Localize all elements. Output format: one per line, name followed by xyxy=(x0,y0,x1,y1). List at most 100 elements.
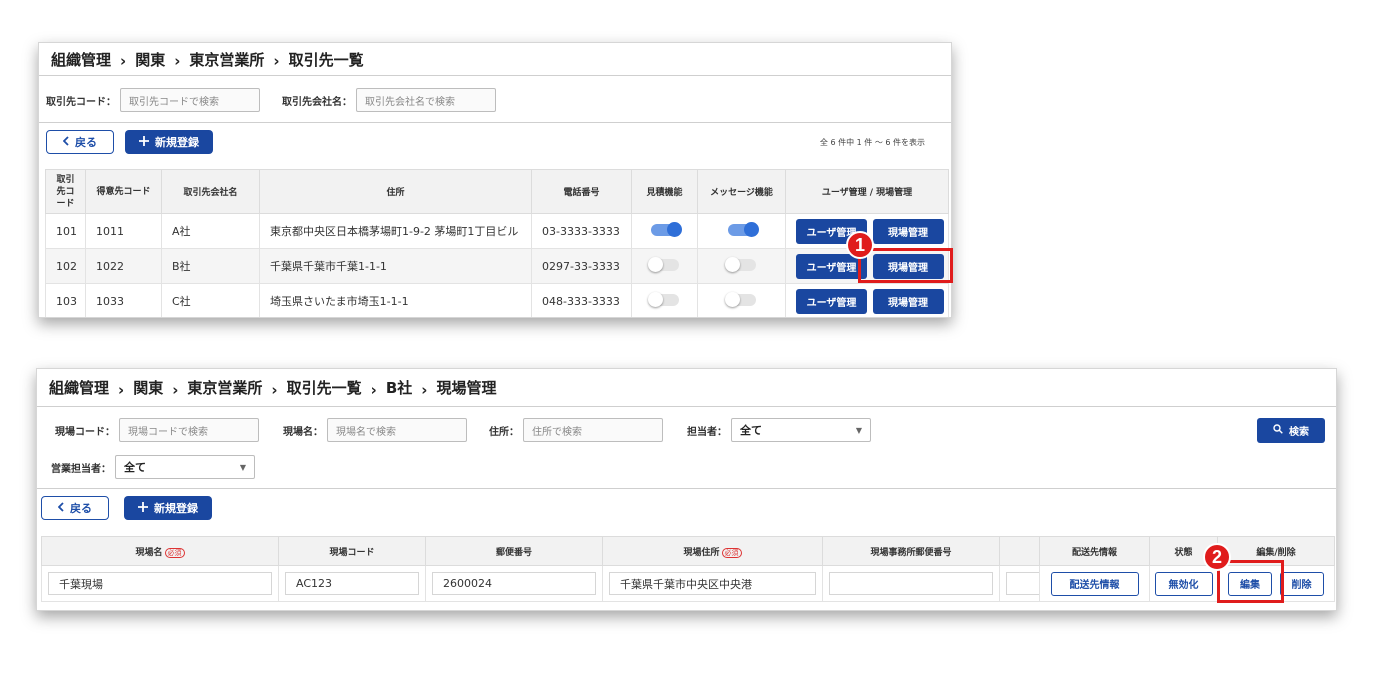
address-label: 住所： xyxy=(489,426,519,438)
breadcrumb-item[interactable]: 関東 xyxy=(133,377,163,398)
column-header: 住所 xyxy=(259,169,532,214)
column-header: メッセージ機能 xyxy=(697,169,786,214)
partner-name-label: 取引先会社名： xyxy=(282,96,352,108)
breadcrumb-item[interactable]: 組織管理 xyxy=(49,377,109,398)
breadcrumb-item[interactable]: 東京営業所 xyxy=(189,49,264,70)
breadcrumb-item[interactable]: 取引先一覧 xyxy=(287,377,362,398)
company-name-cell: C社 xyxy=(161,283,260,317)
breadcrumb-separator: › xyxy=(421,380,428,399)
estimate-toggle[interactable] xyxy=(647,291,679,307)
partner-code-cell: 103 xyxy=(45,283,86,317)
breadcrumb-separator: › xyxy=(271,380,278,399)
new-register-button[interactable]: 新規登録 xyxy=(124,496,212,520)
breadcrumb: 組織管理 › 関東 › 東京営業所 › 取引先一覧 › B社 › 現場管理 xyxy=(37,369,1336,407)
column-header: 電話番号 xyxy=(531,169,632,214)
new-register-label: 新規登録 xyxy=(155,136,199,149)
phone-cell: 048-333-3333 xyxy=(531,283,632,317)
address-cell: 埼玉県さいたま市埼玉1-1-1 xyxy=(259,283,532,317)
column-header xyxy=(999,536,1040,566)
column-header: 現場住所 必須 xyxy=(602,536,823,566)
postal-cell: 2600024 xyxy=(425,565,603,602)
site-code-input[interactable]: 現場コードで検索 xyxy=(119,418,259,442)
message-toggle-cell xyxy=(697,213,786,249)
column-header: 現場事務所郵便番号 xyxy=(822,536,1000,566)
manager-select-value: 全て xyxy=(740,424,762,437)
delete-button[interactable]: 削除 xyxy=(1279,571,1324,596)
customer-code-cell: 1033 xyxy=(85,283,162,317)
column-header: 現場名 必須 xyxy=(41,536,279,566)
delivery-info-button[interactable]: 配送先情報 xyxy=(1050,571,1139,596)
message-toggle[interactable] xyxy=(727,221,759,237)
table-row: 千葉現場 AC123 2600024 千葉県千葉市中央区中央港 配送先情報 無効… xyxy=(41,565,1335,602)
breadcrumb-separator: › xyxy=(174,52,181,70)
estimate-toggle[interactable] xyxy=(647,256,679,272)
user-management-button[interactable]: ユーザ管理 xyxy=(796,288,867,314)
estimate-toggle-cell xyxy=(631,248,698,284)
required-tag: 必須 xyxy=(164,547,185,558)
partner-name-input[interactable]: 取引先会社名で検索 xyxy=(356,88,496,112)
breadcrumb-separator: › xyxy=(120,52,127,70)
column-header: 見積機能 xyxy=(631,169,698,214)
breadcrumb-item: 現場管理 xyxy=(436,379,497,397)
breadcrumb-item[interactable]: B社 xyxy=(386,377,412,398)
estimate-toggle[interactable] xyxy=(650,221,682,237)
site-code-label: 現場コード： xyxy=(55,426,115,438)
back-button[interactable]: 戻る xyxy=(46,130,114,154)
message-toggle-cell xyxy=(697,248,786,284)
partner-code-input[interactable]: 取引先コードで検索 xyxy=(120,88,260,112)
message-toggle[interactable] xyxy=(724,291,756,307)
deactivate-button[interactable]: 無効化 xyxy=(1154,571,1213,596)
address-input[interactable]: 住所で検索 xyxy=(523,418,663,442)
message-toggle[interactable] xyxy=(724,256,756,272)
site-code-cell: AC123 xyxy=(278,565,426,602)
site-management-button[interactable]: 現場管理 xyxy=(872,218,944,244)
site-table: 現場名 必須 現場コード 郵便番号 現場住所 必須 現場事務所郵便番号 配送先情報 … xyxy=(41,536,1335,602)
table-row: 101 1011 A社 東京都中央区日本橋茅場町1-9-2 茅場町1丁目ビル 0… xyxy=(45,213,949,249)
site-name-label: 現場名： xyxy=(283,426,323,438)
search-button[interactable]: 検索 xyxy=(1257,418,1325,443)
highlight-box xyxy=(858,248,953,283)
sales-manager-select-value: 全て xyxy=(124,461,146,474)
site-name-input[interactable]: 現場名で検索 xyxy=(327,418,467,442)
search-button-label: 検索 xyxy=(1289,427,1309,438)
address-cell: 千葉県千葉市千葉1-1-1 xyxy=(259,248,532,284)
partner-code-cell: 102 xyxy=(45,248,86,284)
column-header: 得意先コード xyxy=(85,169,162,214)
site-address-field[interactable]: 千葉県千葉市中央区中央港 xyxy=(609,572,816,595)
postal-field[interactable]: 2600024 xyxy=(432,572,596,595)
sales-manager-select[interactable]: 全て ▼ xyxy=(115,455,255,479)
site-management-button[interactable]: 現場管理 xyxy=(872,288,944,314)
result-count: 全 6 件中 1 件 ～ 6 件を表示 xyxy=(819,138,925,147)
blank-cell xyxy=(999,565,1040,602)
office-postal-field[interactable] xyxy=(829,572,993,595)
site-code-field[interactable]: AC123 xyxy=(285,572,419,595)
partner-code-label: 取引先コード： xyxy=(46,96,116,108)
filter-bar: 現場コード： 現場コードで検索 現場名： 現場名で検索 住所： 住所で検索 担当… xyxy=(55,418,871,442)
table-row: 103 1033 C社 埼玉県さいたま市埼玉1-1-1 048-333-3333… xyxy=(45,283,949,317)
breadcrumb: 組織管理 › 関東 › 東京営業所 › 取引先一覧 xyxy=(39,43,951,76)
chevron-left-icon xyxy=(57,501,64,515)
breadcrumb-item[interactable]: 関東 xyxy=(135,49,165,70)
message-toggle-cell xyxy=(697,283,786,317)
breadcrumb-item[interactable]: 組織管理 xyxy=(51,49,111,70)
blank-field[interactable] xyxy=(1006,572,1039,595)
site-name-field[interactable]: 千葉現場 xyxy=(48,572,272,595)
breadcrumb-separator: › xyxy=(172,380,179,399)
column-header-label: 現場住所 xyxy=(683,547,720,558)
breadcrumb-item[interactable]: 東京営業所 xyxy=(187,377,262,398)
column-header-label: 現場名 xyxy=(135,547,163,558)
manager-select[interactable]: 全て ▼ xyxy=(731,418,871,442)
partner-list-panel: 組織管理 › 関東 › 東京営業所 › 取引先一覧 取引先コード： 取引先コード… xyxy=(38,42,952,318)
plus-icon xyxy=(139,135,149,149)
table-header-row: 取引先コード 得意先コード 取引先会社名 住所 電話番号 見積機能 メッセージ機… xyxy=(45,169,949,214)
column-header: 取引先コード xyxy=(45,169,86,214)
column-header: 現場コード xyxy=(278,536,426,566)
new-register-button[interactable]: 新規登録 xyxy=(125,130,213,154)
company-name-cell: A社 xyxy=(161,213,260,249)
breadcrumb-separator: › xyxy=(118,380,125,399)
partner-table: 取引先コード 得意先コード 取引先会社名 住所 電話番号 見積機能 メッセージ機… xyxy=(45,169,949,317)
customer-code-cell: 1022 xyxy=(85,248,162,284)
plus-icon xyxy=(138,501,148,515)
back-button-label: 戻る xyxy=(70,502,92,515)
back-button[interactable]: 戻る xyxy=(41,496,109,520)
